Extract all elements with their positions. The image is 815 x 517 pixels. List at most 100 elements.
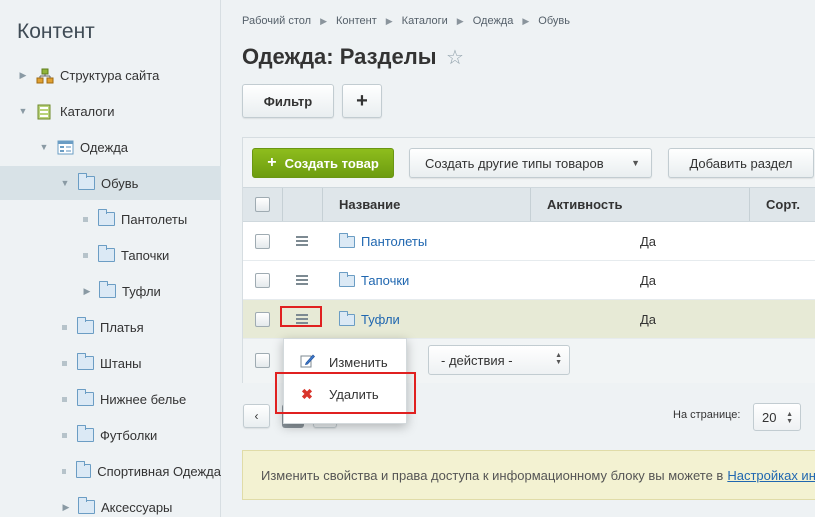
sidebar-item-label: Структура сайта <box>60 67 160 83</box>
row-checkbox[interactable] <box>255 234 270 249</box>
bullet-icon <box>62 468 67 474</box>
create-product-button[interactable]: + Создать товар <box>252 148 394 178</box>
sidebar-item-label: Тапочки <box>121 247 170 263</box>
sidebar-item-label: Платья <box>100 319 144 335</box>
column-activity[interactable]: Активность <box>531 188 750 221</box>
infoblock-icon <box>57 140 74 155</box>
breadcrumb-item[interactable]: Одежда <box>473 15 514 27</box>
sidebar-item-accessories[interactable]: ▶ Аксессуары <box>0 490 221 517</box>
info-text: Изменить свойства и права доступа к инфо… <box>261 467 724 483</box>
page-title: Одежда: Разделы <box>242 44 437 69</box>
header-checkbox-cell <box>243 188 283 221</box>
folder-icon <box>78 497 95 514</box>
sidebar-item-label: Каталоги <box>60 103 115 119</box>
actions-select-value: - действия - <box>441 352 513 368</box>
sidebar-item-tshirts[interactable]: Футболки <box>0 418 221 452</box>
sidebar-item-label: Нижнее белье <box>100 391 187 407</box>
breadcrumb-item[interactable]: Контент <box>336 15 377 27</box>
sidebar-item-shoes[interactable]: ▼ Обувь <box>0 166 221 200</box>
add-filter-button[interactable]: + <box>342 84 382 118</box>
sidebar-item-label: Штаны <box>100 355 142 371</box>
row-menu-icon[interactable] <box>296 236 308 246</box>
edit-pencil-icon <box>299 353 315 371</box>
sidebar-item-shtany[interactable]: Штаны <box>0 346 221 380</box>
row-checkbox[interactable] <box>255 312 270 327</box>
sidebar-item-clothing[interactable]: ▼ Одежда <box>0 130 221 164</box>
folder-icon <box>77 317 94 334</box>
table-row[interactable]: Пантолеты Да <box>243 222 815 261</box>
row-name-link[interactable]: Туфли <box>361 312 400 327</box>
sidebar-item-tapochki[interactable]: Тапочки <box>0 238 221 272</box>
plus-icon: + <box>267 154 277 171</box>
expand-arrow-icon[interactable]: ▶ <box>82 286 92 297</box>
folder-icon <box>98 245 115 262</box>
bullet-icon <box>62 432 67 438</box>
breadcrumb-item[interactable]: Каталоги <box>402 15 448 27</box>
sidebar-item-catalogs[interactable]: ▼ Каталоги <box>0 94 221 128</box>
row-active: Да <box>640 312 657 327</box>
breadcrumb-arrow-icon: ▶ <box>522 15 530 26</box>
collapse-arrow-icon[interactable]: ▼ <box>60 178 70 188</box>
row-checkbox[interactable] <box>255 273 270 288</box>
folder-icon <box>339 233 355 248</box>
breadcrumb: Рабочий стол ▶ Контент ▶ Каталоги ▶ Одеж… <box>242 15 570 27</box>
sidebar-item-site-structure[interactable]: ▶ Структура сайта <box>0 58 221 92</box>
bullet-icon <box>83 216 88 222</box>
column-name[interactable]: Название <box>323 188 531 221</box>
sidebar-item-sportswear[interactable]: Спортивная Одежда <box>0 454 221 488</box>
sidebar-item-label: Спортивная Одежда <box>97 463 221 479</box>
folder-icon <box>339 272 355 287</box>
sidebar-item-label: Туфли <box>122 283 161 299</box>
create-other-label: Создать другие типы товаров <box>425 155 604 171</box>
settings-link[interactable]: Настройках ин <box>727 468 815 483</box>
row-active: Да <box>640 234 657 249</box>
highlight-box <box>280 306 322 327</box>
expand-arrow-icon[interactable]: ▶ <box>61 502 71 513</box>
sidebar-item-label: Одежда <box>80 139 129 155</box>
folder-icon <box>77 353 94 370</box>
sidebar-item-pantolety[interactable]: Пантолеты <box>0 202 221 236</box>
collapse-arrow-icon[interactable]: ▼ <box>39 142 49 152</box>
sidebar-item-underwear[interactable]: Нижнее белье <box>0 382 221 416</box>
sidebar: Контент ▶ Структура сайта ▼ Каталоги ▼ О… <box>0 0 221 517</box>
per-page-select[interactable]: 20 ▲ ▼ <box>753 403 801 431</box>
collapse-arrow-icon[interactable]: ▼ <box>18 106 28 116</box>
main-area: Рабочий стол ▶ Контент ▶ Каталоги ▶ Одеж… <box>222 0 815 517</box>
row-name-link[interactable]: Тапочки <box>361 273 409 288</box>
row-menu-icon[interactable] <box>296 275 308 285</box>
grid-header: Название Активность Сорт. <box>243 187 815 222</box>
breadcrumb-item[interactable]: Обувь <box>538 15 570 27</box>
select-arrows-icon: ▲ ▼ <box>555 352 562 366</box>
sidebar-item-platya[interactable]: Платья <box>0 310 221 344</box>
row-name-link[interactable]: Пантолеты <box>361 234 427 249</box>
select-all-checkbox[interactable] <box>255 197 270 212</box>
per-page-value: 20 <box>762 409 777 425</box>
expand-arrow-icon[interactable]: ▶ <box>18 70 28 81</box>
sidebar-item-tufli[interactable]: ▶ Туфли <box>0 274 221 308</box>
create-product-label: Создать товар <box>284 155 379 171</box>
info-message: Изменить свойства и права доступа к инфо… <box>242 450 815 500</box>
create-other-types-button[interactable]: Создать другие типы товаров ▼ <box>409 148 652 178</box>
favorite-star-icon[interactable]: ☆ <box>446 45 464 70</box>
highlight-box <box>275 372 416 414</box>
actions-select[interactable]: - действия - ▲ ▼ <box>428 345 570 375</box>
table-row[interactable]: Туфли Да <box>243 300 815 339</box>
add-section-button[interactable]: Добавить раздел <box>668 148 814 178</box>
dropdown-arrow-icon: ▼ <box>631 158 640 168</box>
breadcrumb-arrow-icon: ▶ <box>320 15 327 26</box>
grid-toolbar: + Создать товар Создать другие типы това… <box>243 138 815 187</box>
header-actions-cell <box>283 188 323 221</box>
folder-icon <box>76 461 92 478</box>
bullet-icon <box>83 252 88 258</box>
footer-checkbox[interactable] <box>255 353 270 368</box>
table-row[interactable]: Тапочки Да <box>243 261 815 300</box>
breadcrumb-arrow-icon: ▶ <box>456 15 464 26</box>
folder-icon <box>77 425 94 442</box>
folder-icon <box>99 281 116 298</box>
per-page-label: На странице: <box>673 409 741 421</box>
bullet-icon <box>62 324 67 330</box>
prev-page-button[interactable]: ‹ <box>243 404 270 428</box>
column-sort[interactable]: Сорт. <box>750 188 815 221</box>
filter-button[interactable]: Фильтр <box>242 84 334 118</box>
breadcrumb-item[interactable]: Рабочий стол <box>242 15 311 27</box>
